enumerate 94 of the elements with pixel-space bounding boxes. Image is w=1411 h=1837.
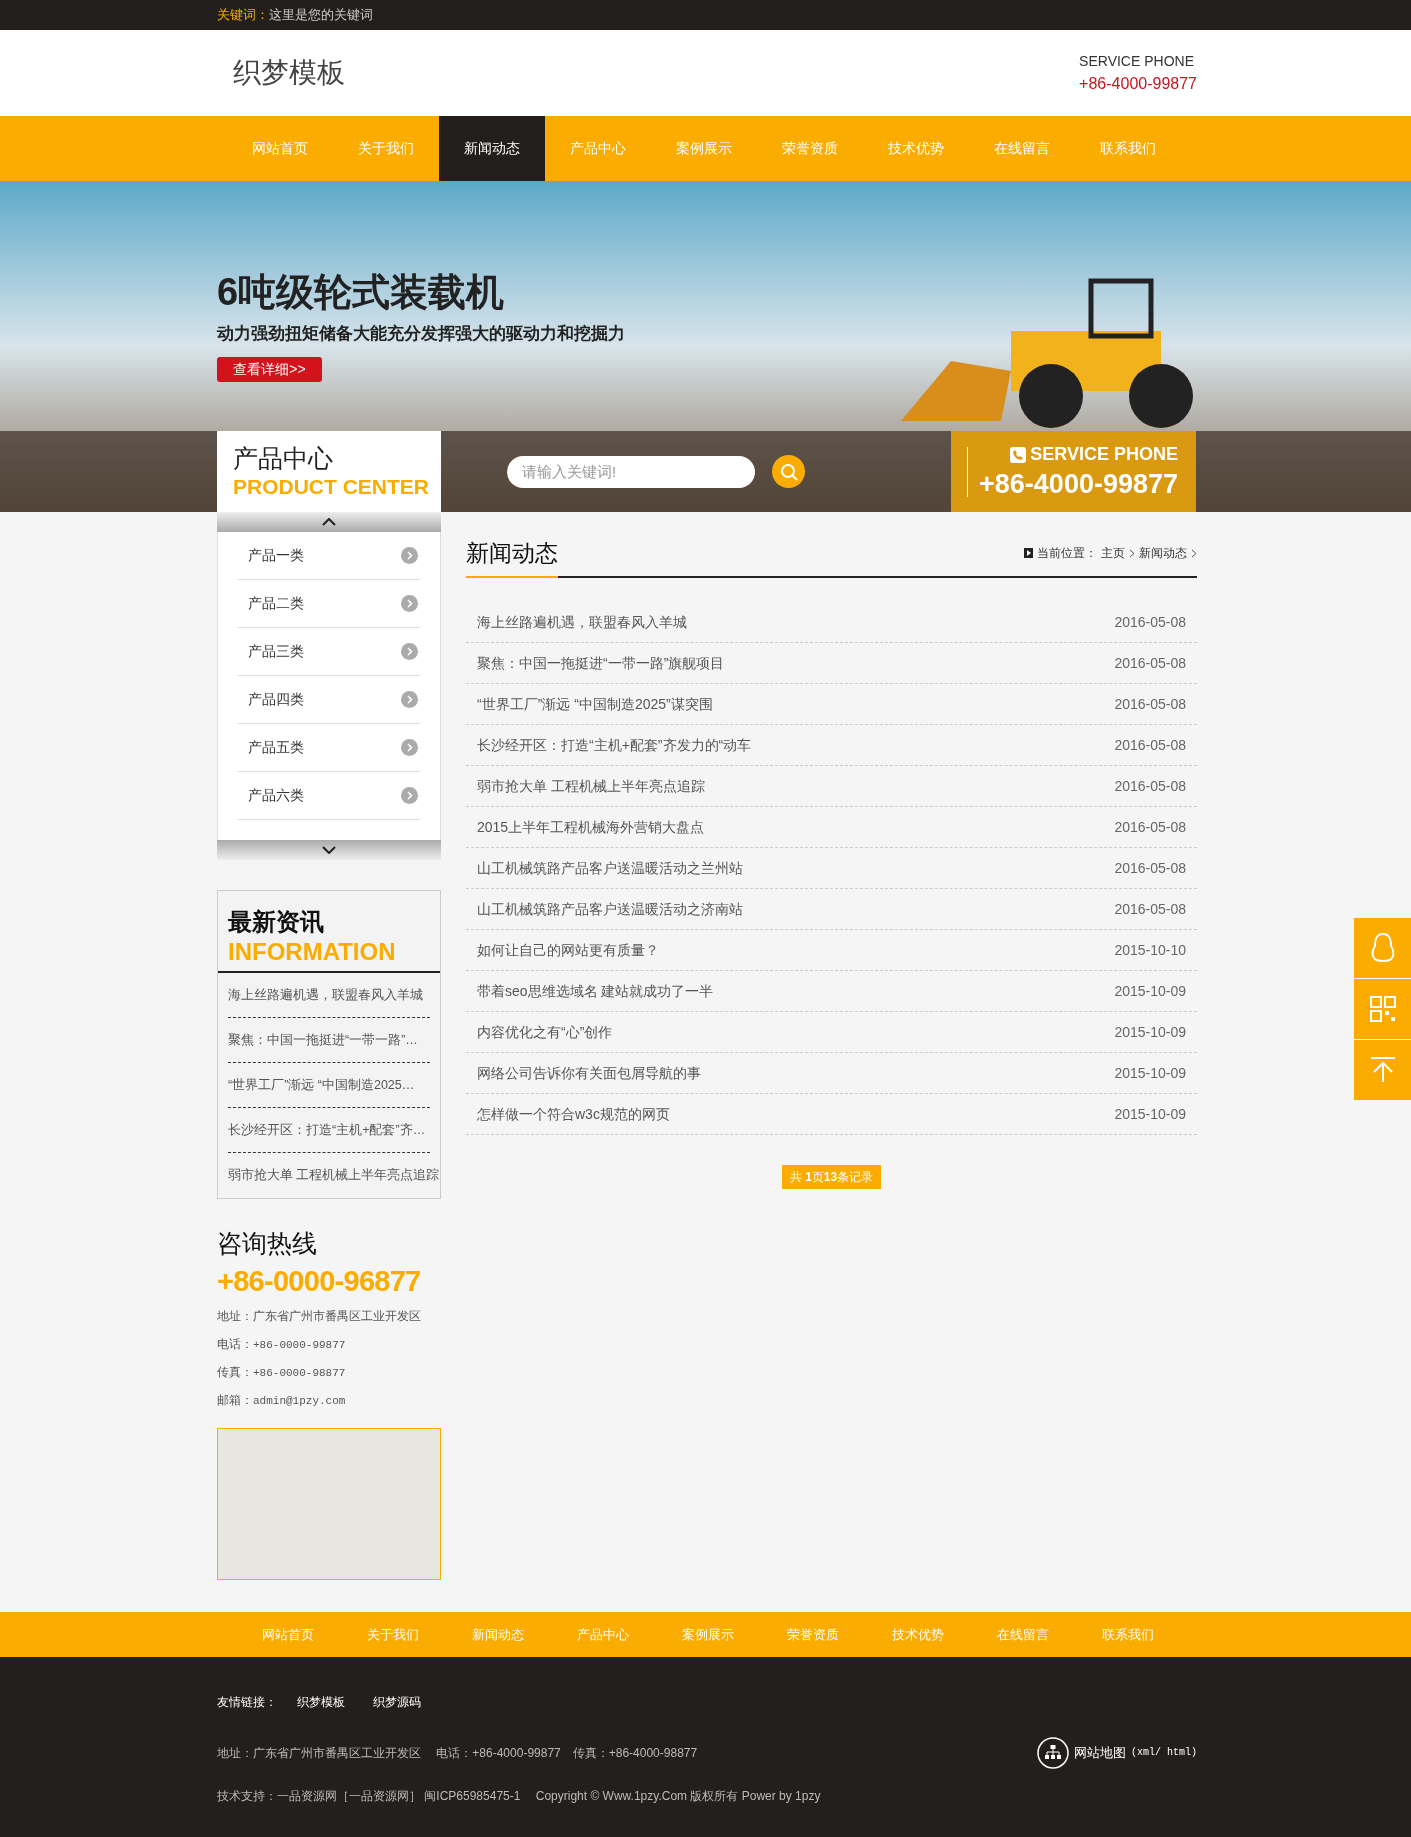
service-phone: +86-4000-99877 <box>1079 73 1197 94</box>
news-title[interactable]: 聚焦：中国一拖挺进“一带一路”旗舰项目 <box>477 652 725 674</box>
footer-address: 地址：广东省广州市番禺区工业开发区 电话：+86-4000-99877 传真：+86-4000-98877 <box>217 1744 698 1762</box>
contact-line: 电话：+86-0000-99877 <box>217 1335 347 1353</box>
banner-subtitle: 动力强劲扭矩储备大能充分发挥强大的驱动力和挖掘力 <box>217 323 625 345</box>
sitemap-formats: (xml/ html) <box>1131 1746 1197 1761</box>
news-date: 2016-05-08 <box>1114 899 1186 919</box>
friend-link[interactable]: 织梦模板 <box>297 1692 345 1711</box>
information-subtitle: INFORMATION <box>228 937 397 967</box>
chevron-right-icon <box>1191 548 1197 558</box>
news-title[interactable]: 内容优化之有“心”创作 <box>477 1021 613 1043</box>
news-title[interactable]: 怎样做一个符合w3c规范的网页 <box>477 1103 670 1125</box>
chevron-right-icon <box>401 595 418 612</box>
breadcrumb-link[interactable]: 主页 <box>1101 544 1125 562</box>
breadcrumb-link[interactable]: 新闻动态 <box>1139 544 1187 562</box>
qr-code-icon <box>1369 996 1396 1022</box>
news-link[interactable]: 聚焦：中国一拖挺进“一带一路”… <box>228 1030 418 1050</box>
news-title[interactable]: 弱市抢大单 工程机械上半年亮点追踪 <box>477 775 705 797</box>
product-category-item[interactable]: 产品五类 <box>238 724 420 772</box>
pagination-summary: 共 1页13条记录 <box>781 1165 882 1189</box>
news-link[interactable]: 弱市抢大单 工程机械上半年亮点追踪 <box>228 1166 440 1185</box>
friend-link[interactable]: 织梦源码 <box>373 1692 421 1711</box>
news-date: 2015-10-09 <box>1114 981 1186 1001</box>
search-button[interactable] <box>772 455 805 488</box>
service-phone-label: SERVICE PHONE <box>1030 443 1178 467</box>
news-title[interactable]: 带着seo思维选域名 建站就成功了一半 <box>477 980 714 1002</box>
chevron-right-icon <box>401 787 418 804</box>
news-title[interactable]: 如何让自己的网站更有质量？ <box>477 939 659 961</box>
news-date: 2015-10-09 <box>1114 1104 1186 1124</box>
links-label: 友情链接： <box>217 1693 277 1711</box>
news-date: 2016-05-08 <box>1114 653 1186 673</box>
sitemap-icon <box>1037 1736 1069 1769</box>
back-to-top-button[interactable] <box>1354 1040 1411 1100</box>
contact-line: 传真：+86-0000-98877 <box>217 1363 347 1381</box>
qq-button[interactable] <box>1354 918 1411 978</box>
page-title: 新闻动态 <box>466 535 558 578</box>
service-phone-label: SERVICE PHONE <box>1079 51 1194 71</box>
news-date: 2016-05-08 <box>1114 694 1186 714</box>
keyword-label: 关键词： <box>217 6 269 25</box>
product-center-subtitle: PRODUCT CENTER <box>233 474 430 500</box>
news-link[interactable]: “世界工厂”渐远 “中国制造2025… <box>228 1075 415 1095</box>
product-category-item[interactable]: 产品一类 <box>238 532 420 580</box>
scroll-up-bar[interactable] <box>217 512 441 532</box>
news-date: 2015-10-09 <box>1114 1063 1186 1083</box>
news-date: 2015-10-09 <box>1114 1022 1186 1042</box>
product-category-item[interactable]: 产品三类 <box>238 628 420 676</box>
site-logo[interactable]: 织梦模板 <box>233 52 345 94</box>
qr-code-button[interactable] <box>1354 979 1411 1039</box>
news-link[interactable]: 海上丝路遍机遇，联盟春风入羊城 <box>228 985 423 1005</box>
service-phone: +86-4000-99877 <box>979 468 1178 502</box>
news-title[interactable]: 海上丝路遍机遇，联盟春风入羊城 <box>477 611 687 633</box>
nav-item[interactable]: 新闻动态 <box>439 116 545 181</box>
contact-line: 地址：广东省广州市番禺区工业开发区 <box>217 1307 422 1325</box>
keyword-text: 这里是您的关键词 <box>269 6 373 25</box>
search-icon <box>778 461 799 482</box>
breadcrumb-label: 当前位置： <box>1037 545 1097 562</box>
news-title[interactable]: 山工机械筑路产品客户送温暖活动之济南站 <box>477 898 743 920</box>
chevron-down-icon <box>322 846 336 854</box>
view-details-button[interactable]: 查看详细>> <box>217 356 322 382</box>
chevron-right-icon <box>1129 548 1135 558</box>
chevron-right-icon <box>401 547 418 564</box>
product-category-item[interactable]: 产品二类 <box>238 580 420 628</box>
product-category-item[interactable]: 产品六类 <box>238 772 420 820</box>
footer-support: 技术支持：一品资源网［一品资源网］ 闽ICP65985475-1 Copyright © Www.1pzy.Com 版权所有 Power by 1pzy <box>217 1788 821 1803</box>
banner-title: 6吨级轮式装载机 <box>217 273 506 311</box>
news-title[interactable]: 2015上半年工程机械海外营销大盘点 <box>477 816 705 838</box>
chevron-right-icon <box>401 739 418 756</box>
news-link[interactable]: 长沙经开区：打造“主机+配套”齐… <box>228 1120 426 1140</box>
news-title[interactable]: 网络公司告诉你有关面包屑导航的事 <box>477 1062 701 1084</box>
product-category-item[interactable]: 产品四类 <box>238 676 420 724</box>
information-title: 最新资讯 <box>228 907 325 937</box>
penguin-icon <box>1369 932 1396 964</box>
news-date: 2016-05-08 <box>1114 817 1186 837</box>
search-field[interactable]: 请输入关键词! <box>507 455 755 488</box>
hotline-phone: +86-0000-96877 <box>217 1263 422 1299</box>
product-center-title: 产品中心 <box>233 442 334 474</box>
news-title[interactable]: 长沙经开区：打造“主机+配套”齐发力的“动车 <box>477 734 752 756</box>
chevron-up-icon <box>322 518 336 526</box>
news-date: 2015-10-10 <box>1114 940 1186 960</box>
scroll-down-bar[interactable] <box>217 840 441 860</box>
sitemap-link[interactable]: 网站地图 <box>1074 1743 1126 1763</box>
chevron-right-icon <box>401 691 418 708</box>
news-title[interactable]: “世界工厂”渐远 “中国制造2025”谋突围 <box>477 693 713 715</box>
contact-line: 邮箱：admin@1pzy.com <box>217 1391 347 1409</box>
chevron-right-icon <box>401 643 418 660</box>
news-date: 2016-05-08 <box>1114 858 1186 878</box>
hotline-title: 咨询热线 <box>217 1228 318 1259</box>
phone-icon <box>1010 446 1027 463</box>
news-date: 2016-05-08 <box>1114 612 1186 632</box>
news-title[interactable]: 山工机械筑路产品客户送温暖活动之兰州站 <box>477 857 743 879</box>
arrow-up-icon <box>1368 1056 1397 1084</box>
news-date: 2016-05-08 <box>1114 735 1186 755</box>
news-date: 2016-05-08 <box>1114 776 1186 796</box>
play-icon <box>1024 548 1033 558</box>
